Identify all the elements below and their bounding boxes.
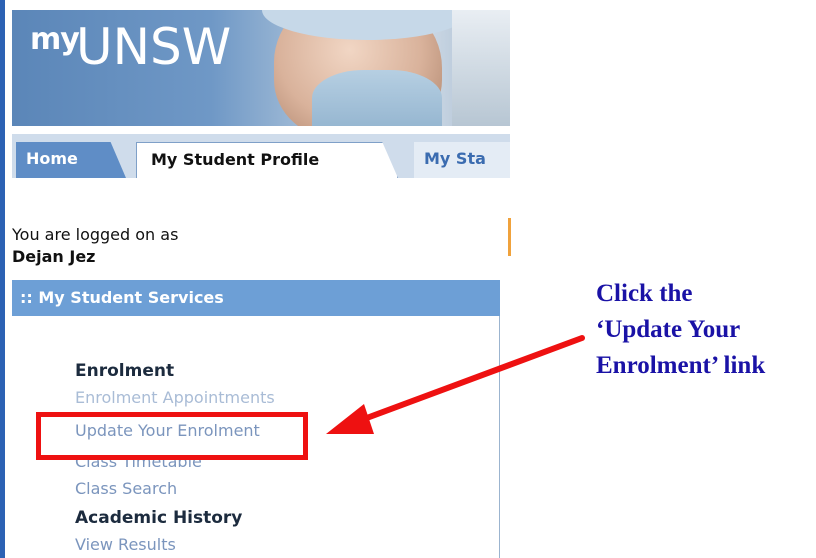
- tab-my-student-profile[interactable]: My Student Profile: [136, 142, 398, 178]
- logged-on-label: You are logged on as: [12, 225, 179, 244]
- banner-photo-background: [452, 10, 510, 126]
- tab-my-staff[interactable]: My Sta: [414, 142, 510, 178]
- banner-photo-mask: [312, 70, 442, 126]
- instruction-line-2: ‘Update Your: [596, 316, 741, 343]
- page-left-edge: [0, 0, 5, 558]
- logo-name: UNSW: [76, 18, 232, 76]
- highlight-box: [36, 412, 308, 460]
- link-view-results[interactable]: View Results: [75, 534, 176, 556]
- instruction-line-1: Click the: [596, 280, 693, 307]
- logo-prefix: my: [30, 22, 80, 57]
- pointer-arrow-icon: [326, 335, 585, 434]
- content-edge-marker: [508, 218, 511, 256]
- section-heading-academic-history: Academic History: [75, 508, 243, 528]
- tab-bar: Home My Student Profile My Sta: [12, 134, 510, 178]
- tab-home[interactable]: Home: [16, 142, 126, 178]
- header-banner: my UNSW: [12, 10, 510, 126]
- services-header: :: My Student Services: [12, 280, 500, 316]
- user-name: Dejan Jez: [12, 247, 96, 266]
- section-heading-enrolment: Enrolment: [75, 361, 175, 381]
- link-class-search[interactable]: Class Search: [75, 478, 177, 500]
- link-enrolment-appointments[interactable]: Enrolment Appointments: [75, 387, 275, 409]
- instruction-line-3: Enrolment’ link: [596, 352, 766, 379]
